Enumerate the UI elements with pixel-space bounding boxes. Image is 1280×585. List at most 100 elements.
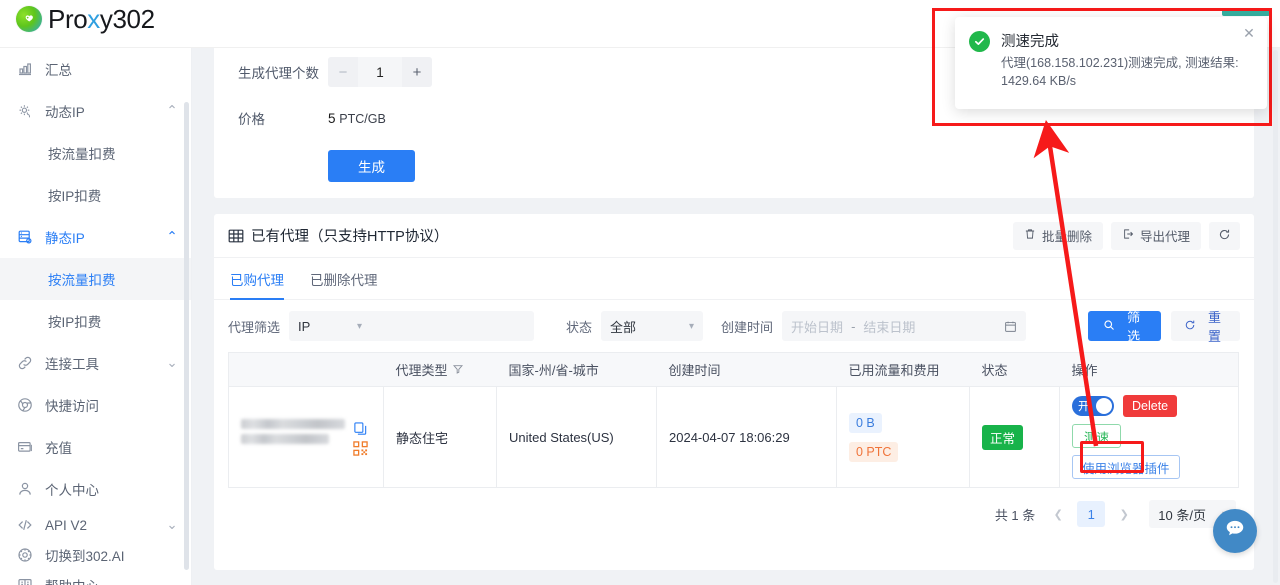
brand-logo[interactable]: Proxy302 xyxy=(16,6,155,32)
delete-button[interactable]: Delete xyxy=(1123,395,1178,417)
toast-title: 测速完成 xyxy=(1001,34,1059,50)
table-header-cell-5: 状态 xyxy=(969,352,1060,387)
chevron-left-icon[interactable]: ❮ xyxy=(1047,502,1069,526)
search-icon xyxy=(1103,319,1115,334)
sidebar-item-6[interactable]: 按IP扣费 xyxy=(0,300,191,342)
switch-icon xyxy=(16,547,33,564)
chevron-right-icon[interactable]: ❯ xyxy=(1113,502,1135,526)
sidebar-item-5[interactable]: 按流量扣费 xyxy=(0,258,191,300)
chevron-up-icon: ⌃ xyxy=(166,103,178,118)
sidebar-menu: 汇总 动态IP ⌃ 按流量扣费 按IP扣费 静态IP ⌃ 按流量扣费 按IP扣费 连接工具 ⌄ 快捷访… xyxy=(0,48,191,585)
proxy-list-card: 已有代理（只支持HTTP协议） 批量删除 导出代理 已购代理 已删除代理 代理筛… xyxy=(214,214,1254,570)
sidebar-item-13[interactable]: 帮助中心 xyxy=(0,570,191,585)
proxy-usage-cell: 0 B 0 PTC xyxy=(836,386,970,488)
sidebar-item-12[interactable]: 切换到302.AI xyxy=(0,540,191,570)
table-header-cell-6: 操作 xyxy=(1059,352,1239,387)
sidebar: 汇总 动态IP ⌃ 按流量扣费 按IP扣费 静态IP ⌃ 按流量扣费 按IP扣费 连接工具 ⌄ 快捷访… xyxy=(0,48,192,585)
server-icon xyxy=(16,229,33,246)
proxy-filter-select[interactable]: IP ▾ xyxy=(289,311,372,341)
pagination-total: 共 1 条 xyxy=(994,507,1036,523)
sidebar-item-2[interactable]: 按流量扣费 xyxy=(0,132,191,174)
sidebar-item-11[interactable]: API V2 ⌄ xyxy=(0,510,191,540)
sidebar-item-9[interactable]: 充值 xyxy=(0,426,191,468)
calendar-icon xyxy=(1004,320,1017,333)
chrome-icon xyxy=(16,397,33,414)
proxy-address-redacted-2 xyxy=(241,433,329,444)
created-time-label: 创建时间 xyxy=(721,319,774,335)
table-header-label: 代理类型 xyxy=(395,363,448,378)
reset-button[interactable]: 重置 xyxy=(1171,310,1240,344)
stepper-minus-button[interactable]: − xyxy=(328,57,358,87)
sidebar-item-label: 快捷访问 xyxy=(45,399,99,414)
sidebar-item-1[interactable]: 动态IP ⌃ xyxy=(0,90,191,132)
stepper-value[interactable]: 1 xyxy=(358,57,402,87)
close-icon[interactable]: ✕ xyxy=(1241,25,1257,41)
refresh-icon xyxy=(1184,319,1196,334)
page-size-value: 10 条/页 xyxy=(1158,507,1206,523)
chevron-down-icon: ⌄ xyxy=(166,355,178,370)
trash-icon xyxy=(1024,228,1036,243)
sidebar-item-4[interactable]: 静态IP ⌃ xyxy=(0,216,191,258)
proxy-type-cell: 静态住宅 xyxy=(383,386,497,488)
proxy-filter-input[interactable] xyxy=(371,311,535,341)
credit-card-icon xyxy=(16,439,33,456)
tab-1[interactable]: 已删除代理 xyxy=(310,258,378,300)
chevron-down-icon: ▾ xyxy=(356,320,363,332)
sidebar-item-0[interactable]: 汇总 xyxy=(0,48,191,90)
price-label: 价格 xyxy=(238,112,265,127)
qrcode-icon[interactable] xyxy=(353,440,368,456)
sidebar-item-3[interactable]: 按IP扣费 xyxy=(0,174,191,216)
date-range-picker[interactable]: 开始日期 - 结束日期 xyxy=(782,311,1027,341)
table-header-cell-0 xyxy=(228,352,384,387)
sidebar-item-label: 按IP扣费 xyxy=(48,189,102,204)
quantity-stepper[interactable]: − 1 + xyxy=(328,57,432,87)
stepper-plus-button[interactable]: + xyxy=(402,57,432,87)
speed-test-button[interactable]: 测速 xyxy=(1072,424,1122,448)
cloud-gear-icon xyxy=(16,103,33,120)
proxy-table: 代理类型 国家-州/省-城市 创建时间 已用流量和费用 状态 操作 静态住宅 U… xyxy=(228,352,1239,488)
proxy-tabs: 已购代理 已删除代理 xyxy=(214,258,1254,300)
page-title: 已有代理（只支持HTTP协议） xyxy=(228,225,448,246)
sidebar-item-label: 充值 xyxy=(45,441,72,456)
status-badge: 正常 xyxy=(982,424,1024,450)
table-header-cell-2: 国家-州/省-城市 xyxy=(496,352,657,387)
sidebar-item-label: 按流量扣费 xyxy=(48,273,116,288)
chat-bubble-icon xyxy=(1224,518,1246,545)
chat-support-button[interactable] xyxy=(1213,509,1257,553)
sidebar-item-10[interactable]: 个人中心 xyxy=(0,468,191,510)
copy-icon[interactable] xyxy=(353,421,368,436)
chevron-down-icon: ▾ xyxy=(689,320,695,332)
sidebar-item-label: 汇总 xyxy=(45,63,72,78)
sidebar-item-label: 静态IP xyxy=(45,231,85,246)
status-filter-label: 状态 xyxy=(566,319,593,335)
speed-test-toast: 测速完成 代理(168.158.102.231)测速完成, 测速结果: 1429… xyxy=(955,17,1267,109)
pagination-page-1[interactable]: 1 xyxy=(1077,501,1106,527)
export-proxy-label: 导出代理 xyxy=(1139,230,1190,244)
sidebar-item-8[interactable]: 快捷访问 xyxy=(0,384,191,426)
table-header-cell-1: 代理类型 xyxy=(383,352,497,387)
user-icon xyxy=(16,481,33,498)
refresh-button[interactable] xyxy=(1209,221,1240,250)
proxy-enable-toggle[interactable]: 开 xyxy=(1072,396,1114,416)
sidebar-item-label: API V2 xyxy=(45,517,88,533)
export-proxy-button[interactable]: 导出代理 xyxy=(1110,221,1201,250)
main-scrollbar[interactable] xyxy=(1273,50,1278,583)
table-header-cell-4: 已用流量和费用 xyxy=(836,352,970,387)
generate-button[interactable]: 生成 xyxy=(328,150,415,182)
batch-delete-label: 批量删除 xyxy=(1041,230,1092,244)
sidebar-item-7[interactable]: 连接工具 ⌄ xyxy=(0,342,191,384)
batch-delete-button[interactable]: 批量删除 xyxy=(1012,221,1103,250)
filter-button[interactable]: 筛选 xyxy=(1088,310,1162,344)
toast-message: 代理(168.158.102.231)测速完成, 测速结果: 1429.64 K… xyxy=(1001,56,1239,89)
sidebar-scrollbar[interactable] xyxy=(184,102,189,570)
pagination: 共 1 条 ❮ 1 ❯ 10 条/页 ▾ xyxy=(214,488,1254,528)
proxy-actions-cell: 开 Delete 测速 使用浏览器插件 xyxy=(1059,386,1239,488)
browser-plugin-button[interactable]: 使用浏览器插件 xyxy=(1072,455,1180,479)
status-filter-select[interactable]: 全部 ▾ xyxy=(601,311,704,341)
sidebar-item-label: 动态IP xyxy=(45,105,85,120)
tab-0[interactable]: 已购代理 xyxy=(230,258,284,300)
filter-funnel-icon[interactable] xyxy=(452,362,463,377)
toggle-knob xyxy=(1096,398,1112,414)
table-row: 静态住宅 United States(US) 2024-04-07 18:06:… xyxy=(228,386,1239,488)
chevron-down-icon: ⌄ xyxy=(166,517,178,532)
